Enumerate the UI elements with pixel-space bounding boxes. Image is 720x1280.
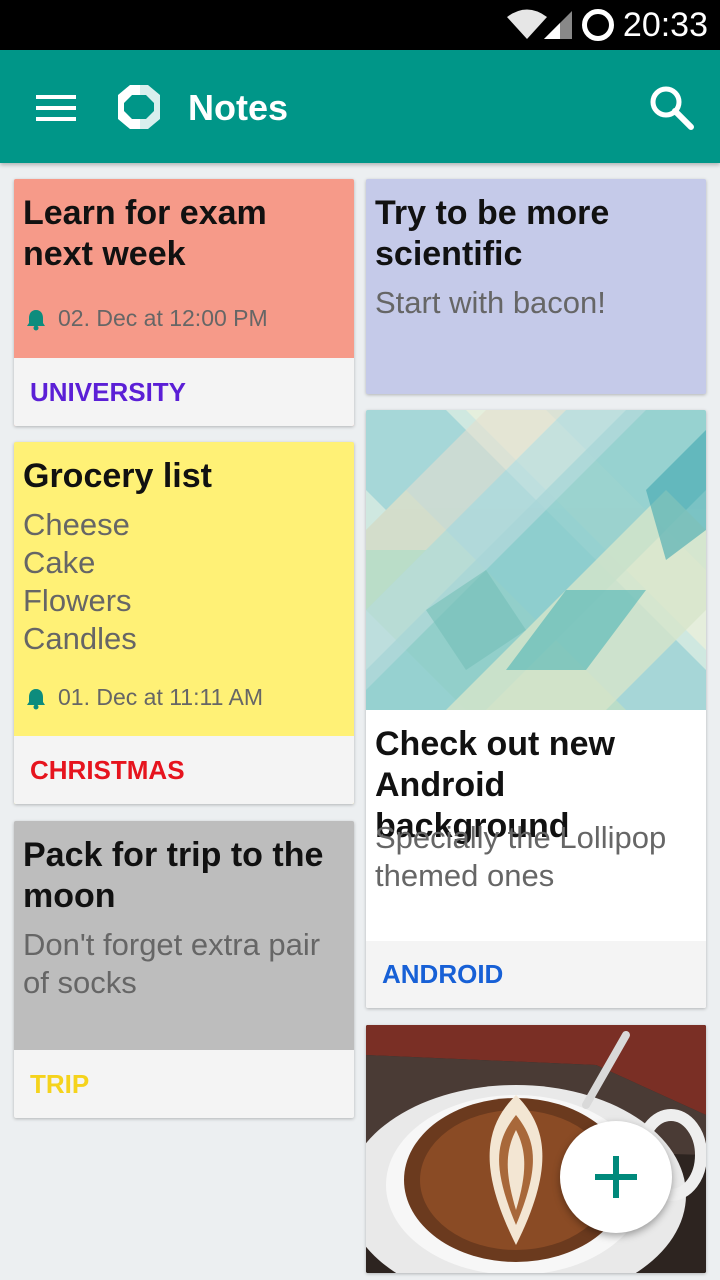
note-body: Cheese Cake Flowers Candles (14, 497, 354, 658)
signal-icon (544, 11, 572, 39)
list-item: Cake (23, 545, 96, 580)
note-body: Start with bacon! (375, 285, 606, 320)
note-card-scientific[interactable]: Try to be more scientific Start with bac… (366, 179, 706, 394)
list-item: Cheese (23, 507, 130, 542)
note-card-exam[interactable]: Learn for exam next week 02. Dec at 12:0… (14, 179, 354, 426)
note-reminder: 01. Dec at 11:11 AM (24, 684, 263, 711)
note-card-trip[interactable]: Pack for trip to the moon Don't forget e… (14, 821, 354, 1118)
list-item: Flowers (23, 583, 132, 618)
note-title: Learn for exam next week (23, 194, 267, 273)
reminder-text: 01. Dec at 11:11 AM (58, 684, 263, 710)
note-title: Pack for trip to the moon (23, 836, 324, 915)
app-bar: Notes (0, 50, 720, 163)
app-title: Notes (188, 87, 289, 128)
note-title: Grocery list (23, 457, 212, 495)
sync-icon (582, 9, 614, 41)
search-icon[interactable] (648, 84, 694, 130)
reminder-text: 02. Dec at 12:00 PM (58, 305, 268, 331)
app-logo-icon (118, 85, 160, 129)
list-item: Candles (23, 621, 137, 656)
status-bar: 20:33 (0, 0, 720, 50)
note-image-lollipop-pattern (366, 410, 706, 710)
note-title: Try to be more scientific (375, 194, 610, 273)
note-label-university: UNIVERSITY (14, 358, 354, 426)
add-note-button[interactable] (560, 1121, 672, 1233)
note-card-android[interactable]: Check out new Android background Special… (366, 410, 706, 1008)
note-label-christmas: CHRISTMAS (14, 736, 354, 804)
note-label-trip: TRIP (14, 1050, 354, 1118)
plus-icon (595, 1156, 637, 1198)
note-body: Specially the Lollipop themed ones (375, 820, 667, 893)
note-label-android: ANDROID (366, 941, 706, 1008)
alarm-icon (27, 688, 45, 709)
menu-icon[interactable] (36, 95, 76, 121)
note-body: Don't forget extra pair of socks (23, 927, 321, 1000)
note-card-grocery[interactable]: Grocery list Cheese Cake Flowers Candles… (14, 442, 354, 804)
note-reminder: 02. Dec at 12:00 PM (24, 305, 268, 332)
alarm-icon (27, 309, 45, 330)
clock: 20:33 (622, 6, 708, 44)
